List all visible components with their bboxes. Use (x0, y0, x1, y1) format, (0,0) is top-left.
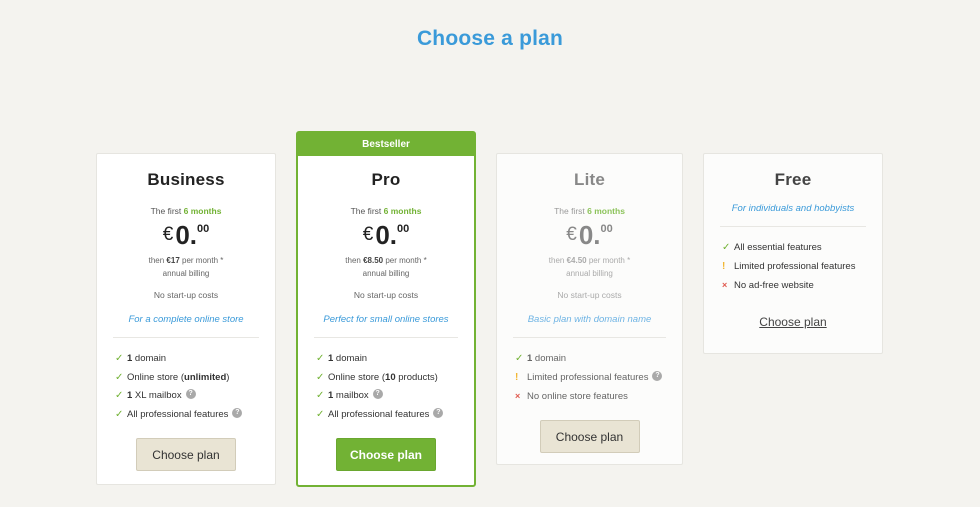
feature-text-suffix: mailbox (333, 390, 369, 401)
check-icon: ✓ (316, 371, 325, 383)
feature-text-suffix: domain (333, 353, 368, 364)
feature-item: ✓ 1 XL mailbox? (115, 387, 275, 406)
help-icon[interactable]: ? (185, 389, 196, 400)
cross-icon: × (515, 391, 521, 401)
then-price: then €8.50 per month * annual billing (345, 256, 427, 278)
check-icon: ✓ (515, 353, 524, 364)
feature-item: ✓ Online store (unlimited) (115, 369, 275, 388)
plan-name: Business (147, 170, 225, 189)
feature-item: ✓ Online store (10 products) (316, 369, 474, 388)
page-title: Choose a plan (416, 27, 564, 50)
price: €0.00 (566, 220, 613, 250)
plan-tagline: For a complete online store (128, 314, 244, 325)
feature-text: Online store ( (328, 371, 386, 383)
feature-item: ✓ 1 mailbox? (316, 387, 474, 406)
check-icon: ✓ (115, 408, 124, 420)
price: €0.00 (362, 220, 410, 250)
choose-plan-link[interactable]: Choose plan (759, 315, 826, 329)
help-icon[interactable]: ? (652, 370, 663, 381)
feature-item: × No ad-free website (722, 276, 882, 295)
check-icon: ✓ (115, 353, 124, 364)
feature-text-suffix: domain (132, 353, 167, 364)
feature-text: No ad-free website (734, 280, 814, 291)
feature-text: All essential features (734, 242, 822, 253)
startup-costs: No start-up costs (353, 290, 419, 300)
cross-icon: × (722, 280, 728, 290)
feature-item: ✓ All professional features? (316, 406, 474, 425)
choose-plan-button[interactable]: Choose plan (539, 419, 640, 453)
warning-icon: ! (722, 260, 726, 272)
then-price: then €17 per month * annual billing (148, 256, 224, 278)
plan-card-lite: Lite The first 6 months €0.00 then €4.50… (496, 153, 683, 465)
feature-text: Limited professional features (527, 371, 649, 383)
feature-highlight: 10 (385, 371, 396, 383)
feature-text-suffix: XL mailbox (132, 390, 182, 401)
warning-icon: ! (515, 371, 519, 383)
feature-item: ! Limited professional features? (515, 369, 682, 388)
plan-card-free: Free For individuals and hobbyists ✓ All … (703, 153, 883, 354)
plan-name: Free (774, 170, 812, 189)
feature-text: All professional features (127, 408, 229, 420)
plan-name: Pro (371, 170, 401, 189)
feature-list: ✓ All essential features! Limited professi… (722, 239, 882, 295)
plan-card-pro: Bestseller Pro The first 6 months €0.00 … (296, 131, 476, 487)
divider (513, 337, 666, 338)
feature-text: No online store features (527, 391, 628, 402)
startup-costs: No start-up costs (153, 290, 219, 300)
check-icon: ✓ (316, 353, 325, 364)
check-icon: ✓ (115, 390, 124, 401)
feature-item: ✓ All professional features? (115, 406, 275, 425)
then-price: then €4.50 per month * annual billing (548, 256, 631, 278)
feature-text: Limited professional features (734, 260, 856, 272)
feature-highlight: unlimited (184, 371, 227, 383)
check-icon: ✓ (316, 408, 325, 420)
check-icon: ✓ (722, 242, 731, 253)
help-icon[interactable]: ? (433, 407, 444, 418)
bestseller-badge: Bestseller (298, 133, 474, 156)
plan-card-business: Business The first 6 months €0.00 then €… (96, 153, 276, 485)
feature-text-suffix: products) (395, 371, 438, 383)
feature-text: Online store ( (127, 371, 185, 383)
plan-tagline: Perfect for small online stores (323, 314, 449, 325)
feature-text-suffix: domain (532, 353, 567, 364)
feature-list: ✓ 1 domain ✓ Online store (10 products) ✓ 1 m… (316, 350, 474, 424)
feature-list: ✓ 1 domain ✓ Online store (unlimited) ✓ 1 XL … (115, 350, 275, 424)
promo-text: The first 6 months (150, 206, 222, 216)
divider (720, 226, 866, 227)
check-icon: ✓ (115, 371, 124, 383)
plan-tagline: For individuals and hobbyists (731, 203, 855, 214)
feature-item: ✓ 1 domain (515, 350, 682, 369)
feature-text: All professional features (328, 408, 430, 420)
plan-tagline: Basic plan with domain name (527, 314, 652, 325)
promo-text: The first 6 months (554, 206, 625, 216)
choose-plan-button[interactable]: Choose plan (336, 438, 436, 471)
feature-item: ! Limited professional features (722, 258, 882, 277)
check-icon: ✓ (316, 390, 325, 401)
startup-costs: No start-up costs (557, 290, 622, 300)
divider (113, 337, 259, 338)
feature-text-suffix: ) (226, 371, 230, 383)
plan-name: Lite (573, 170, 606, 189)
choose-plan-button[interactable]: Choose plan (136, 438, 236, 471)
promo-text: The first 6 months (350, 206, 422, 216)
feature-list: ✓ 1 domain! Limited professional features?… (515, 350, 682, 406)
divider (314, 337, 458, 338)
price: €0.00 (162, 220, 210, 250)
help-icon[interactable]: ? (232, 407, 243, 418)
feature-item: ✓ 1 domain (316, 350, 474, 369)
feature-item: × No online store features (515, 387, 682, 406)
feature-item: ✓ 1 domain (115, 350, 275, 369)
help-icon[interactable]: ? (372, 389, 383, 400)
feature-item: ✓ All essential features (722, 239, 882, 258)
